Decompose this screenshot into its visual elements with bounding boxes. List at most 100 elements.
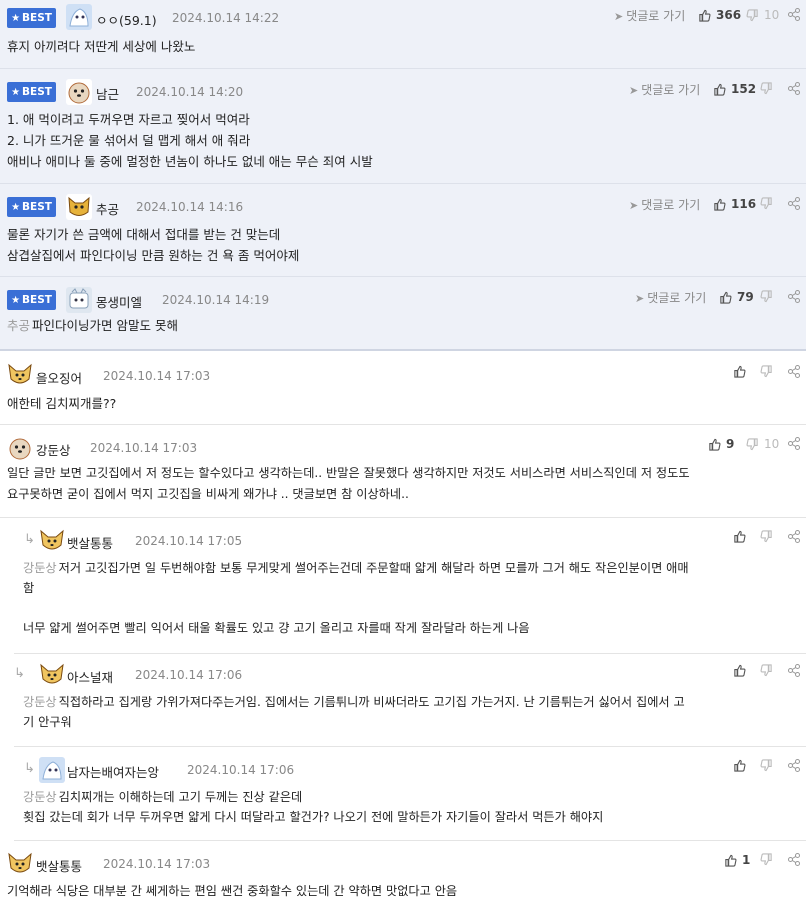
comment-body: 강둔상 김치찌개는 이해하는데 고기 두께는 진상 같은데 횟집 갔는데 회가 너… <box>23 790 604 824</box>
upvote-button[interactable]: 366 <box>698 8 741 22</box>
best-badge: ★ BEST <box>7 8 56 28</box>
upvote-button[interactable] <box>733 759 751 772</box>
comment: 강둔상 2024.10.14 17:03 9 10 일단 글만 보면 고깃집에서… <box>0 425 806 518</box>
thumbs-down-icon <box>760 290 772 303</box>
downvote-button[interactable]: 10 <box>746 437 779 451</box>
downvote-button[interactable] <box>760 759 778 772</box>
share-icon[interactable] <box>788 8 800 24</box>
thumbs-up-icon <box>699 9 711 22</box>
go-to-reply-link[interactable]: ➤ 댓글로 가기 <box>635 289 706 306</box>
comment-body: 강둔상 저거 고깃집가면 일 두번해야함 보통 무게맞게 썰어주는건데 주문할때 … <box>23 561 689 635</box>
thumbs-up-icon <box>720 291 732 304</box>
upvote-button[interactable]: 79 <box>719 290 754 304</box>
thumbs-up-icon <box>714 198 726 211</box>
reply-arrow-icon: ↳ <box>24 761 35 776</box>
upvote-button[interactable]: 9 <box>708 437 734 451</box>
mention-tag[interactable]: 강둔상 <box>23 695 57 709</box>
location-arrow-icon: ➤ <box>629 199 639 212</box>
star-icon: ★ <box>11 12 21 24</box>
share-icon[interactable] <box>788 290 800 306</box>
upvote-button[interactable]: 116 <box>713 197 756 211</box>
downvote-button[interactable] <box>760 530 778 543</box>
star-icon: ★ <box>11 86 21 98</box>
thumbs-up-icon <box>709 438 721 451</box>
thumbs-up-icon <box>725 854 737 867</box>
comment-nickname[interactable]: 몽생미엘 <box>96 292 142 311</box>
location-arrow-icon: ➤ <box>614 10 624 23</box>
comment-nickname[interactable]: 남자는배여자는앙 <box>67 762 159 781</box>
downvote-button[interactable] <box>760 365 778 378</box>
comment-body: 일단 글만 보면 고깃집에서 저 정도는 할수있다고 생각하는데.. 반말은 잘… <box>7 466 690 501</box>
comment-nickname[interactable]: 남근 <box>96 84 119 103</box>
upvote-button[interactable] <box>733 530 751 543</box>
comment-body: 기억해라 식당은 대부분 간 쎄게하는 편임 쌘건 중화할수 있는데 간 약하면… <box>7 884 458 898</box>
thumbs-up-icon <box>714 83 726 96</box>
avatar <box>66 194 92 220</box>
thumbs-down-icon <box>746 8 758 21</box>
share-icon[interactable] <box>788 530 800 546</box>
thumbs-up-icon <box>734 759 746 772</box>
thumbs-down-icon <box>760 82 772 95</box>
reply-comment: ↳ 뱃살통통 2024.10.14 17:05 강둔상 저거 고깃집가면 일 두번… <box>14 518 806 654</box>
comment-date: 2024.10.14 17:03 <box>103 369 211 383</box>
go-to-reply-link[interactable]: ➤ 댓글로 가기 <box>614 7 685 24</box>
comment-nickname[interactable]: 아스널재 <box>67 667 113 686</box>
comment-body: 애한테 김치찌개를?? <box>7 396 117 411</box>
thumbs-up-icon <box>734 530 746 543</box>
star-icon: ★ <box>11 201 21 213</box>
comment-nickname[interactable]: 뱃살통통 <box>67 533 113 552</box>
thumbs-down-icon <box>760 759 772 772</box>
best-comment: ★ BEST 추공 2024.10.14 14:16 ➤ 댓글로 가기 116 물론… <box>0 184 806 277</box>
share-icon[interactable] <box>788 365 800 381</box>
comment-date: 2024.10.14 17:05 <box>135 534 243 548</box>
mention-tag[interactable]: 강둔상 <box>23 561 57 575</box>
avatar <box>7 362 33 388</box>
comment-date: 2024.10.14 14:20 <box>136 85 244 99</box>
mention-tag[interactable]: 추공 <box>7 318 30 333</box>
downvote-button[interactable] <box>760 853 778 866</box>
share-icon[interactable] <box>788 197 800 213</box>
comment-nickname[interactable]: 추공 <box>96 199 119 218</box>
reply-arrow-icon: ↳ <box>24 532 35 547</box>
share-icon[interactable] <box>788 82 800 98</box>
upvote-button[interactable]: 1 <box>724 853 750 867</box>
best-comment: ★ BEST 남근 2024.10.14 14:20 ➤ 댓글로 가기 152 1.… <box>0 69 806 184</box>
comment-nickname[interactable]: ㅇㅇ(59.1) <box>96 10 157 29</box>
upvote-button[interactable]: 152 <box>713 82 756 96</box>
mention-tag[interactable]: 강둔상 <box>23 790 57 804</box>
thumbs-down-icon <box>760 530 772 543</box>
best-badge: ★ BEST <box>7 197 56 217</box>
thumbs-down-icon <box>760 853 772 866</box>
downvote-button[interactable] <box>760 664 778 677</box>
thumbs-up-icon <box>734 365 746 378</box>
upvote-button[interactable] <box>733 664 751 677</box>
share-icon[interactable] <box>788 664 800 680</box>
avatar <box>39 757 65 783</box>
thumbs-down-icon <box>746 437 758 450</box>
avatar <box>7 851 33 877</box>
avatar <box>66 4 92 30</box>
share-icon[interactable] <box>788 853 800 869</box>
star-icon: ★ <box>11 294 21 306</box>
comment-date: 2024.10.14 17:06 <box>187 763 295 777</box>
comment-body: 휴지 아끼려다 저딴게 세상에 나왔노 <box>7 39 196 54</box>
share-icon[interactable] <box>788 759 800 775</box>
reply-comment: ↳ 아스널재 2024.10.14 17:06 강둔상 직접하라고 집게랑 가위가… <box>14 654 806 747</box>
comment-nickname[interactable]: 강둔상 <box>36 440 71 459</box>
downvote-button[interactable] <box>760 290 778 303</box>
comment-nickname[interactable]: 뱃살통통 <box>36 856 82 875</box>
share-icon[interactable] <box>788 437 800 453</box>
avatar <box>66 287 92 313</box>
location-arrow-icon: ➤ <box>629 84 639 97</box>
comment-date: 2024.10.14 14:19 <box>162 293 270 307</box>
go-to-reply-link[interactable]: ➤ 댓글로 가기 <box>629 81 700 98</box>
go-to-reply-link[interactable]: ➤ 댓글로 가기 <box>629 196 700 213</box>
downvote-button[interactable]: 10 <box>746 8 779 22</box>
reply-comment: ↳ 남자는배여자는앙 2024.10.14 17:06 강둔상 김치찌개는 이해하… <box>14 747 806 841</box>
comment-body: 추공 파인다이닝가면 암말도 못해 <box>7 318 178 333</box>
downvote-button[interactable] <box>760 82 778 95</box>
location-arrow-icon: ➤ <box>635 292 645 305</box>
comment-nickname[interactable]: 을오징어 <box>36 368 82 387</box>
downvote-button[interactable] <box>760 197 778 210</box>
upvote-button[interactable] <box>733 365 751 378</box>
